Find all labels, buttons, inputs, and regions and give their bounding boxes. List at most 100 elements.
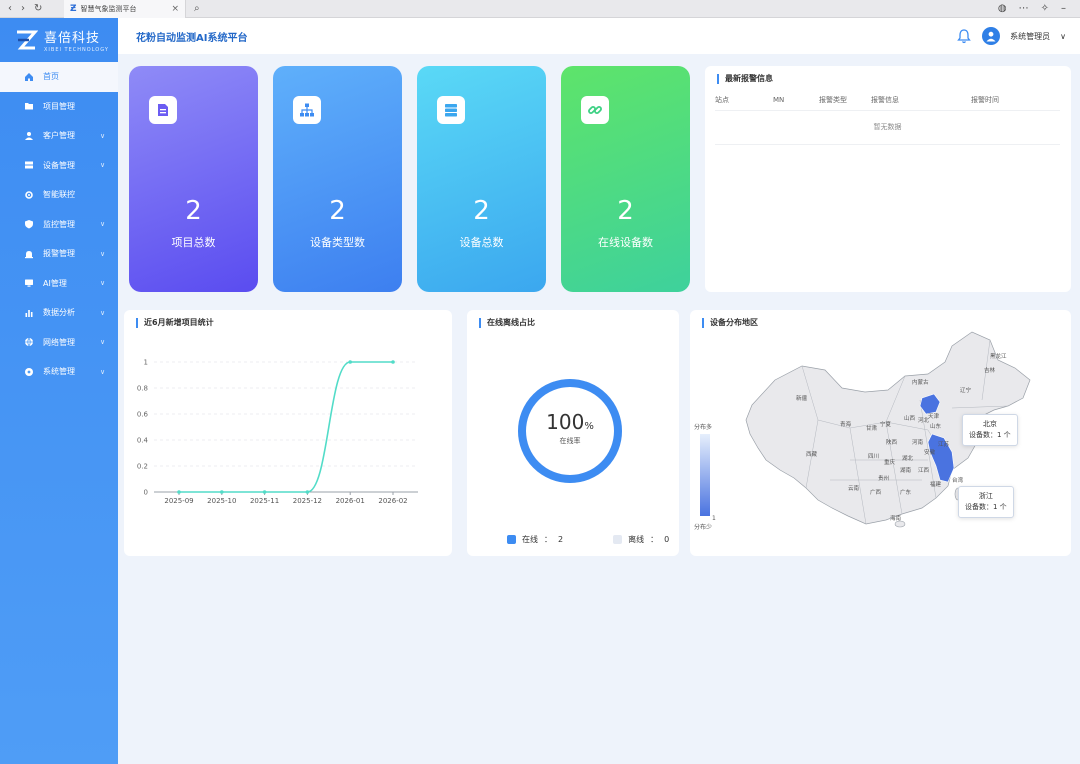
table-header-row: 站点 MN 报警类型 报警信息 报警时间 [715, 90, 1060, 111]
y-tick-label: 0.6 [137, 411, 149, 419]
sidebar-item-label: 客户管理 [43, 131, 75, 141]
folder-icon [24, 101, 34, 111]
province-label: 重庆 [884, 458, 896, 466]
sidebar-item-label: 项目管理 [43, 101, 75, 111]
sidebar-item-label: 网络管理 [43, 337, 75, 347]
browser-tab[interactable]: Ƶ 智慧气象监测平台 × [64, 0, 186, 18]
column-header: 报警信息 [871, 90, 971, 111]
line-chart: 0 0.2 0.4 0.6 0.8 1 2025-09 2025-10 2025-11 2025-… [137, 359, 418, 505]
server-icon [24, 160, 34, 170]
brand-name: 喜倍科技 [44, 31, 101, 46]
user-icon [24, 131, 34, 141]
network-icon [24, 337, 34, 348]
donut-chart: 100% 在线率 [515, 376, 625, 486]
stat-card-devices[interactable]: 2 设备总数 [417, 66, 546, 292]
column-header: MN [773, 90, 819, 111]
province-label: 广西 [870, 488, 882, 496]
province-label: 山东 [930, 422, 942, 430]
minimize-icon[interactable]: – [1061, 3, 1066, 14]
browser-search-icon[interactable]: ⌕ [186, 3, 200, 14]
x-tick-label: 2026-02 [378, 497, 407, 505]
sidebar: 喜倍科技 XIBEI TECHNOLOGY 首页 项目管理 客户管理 ∨ 设备管理 ∨ 智能… [0, 18, 118, 764]
stat-label: 设备类型数 [310, 236, 365, 249]
bell-icon[interactable] [956, 28, 972, 44]
legend-item-offline[interactable]: 离线： 0 [613, 534, 669, 545]
sidebar-item-label: AI管理 [43, 278, 67, 288]
stat-card-online-devices[interactable]: 2 在线设备数 [561, 66, 690, 292]
sidebar-item-3[interactable]: 设备管理 ∨ [0, 151, 118, 181]
chevron-down-icon: ∨ [100, 220, 106, 229]
document-icon [149, 96, 177, 124]
province-label: 甘肃 [866, 424, 878, 432]
province-label: 陕西 [886, 438, 898, 446]
alarm-table: 站点 MN 报警类型 报警信息 报警时间 暂无数据 [715, 90, 1060, 145]
panel-title: 最新报警信息 [717, 74, 773, 84]
donut-center-value: 100% [546, 410, 594, 434]
map-legend-high: 分布多 [694, 423, 712, 431]
sidebar-item-1[interactable]: 项目管理 [0, 92, 118, 122]
alarm-icon [24, 249, 34, 259]
province-label: 云南 [848, 484, 860, 492]
province-label: 青海 [840, 420, 852, 428]
y-tick-label: 1 [144, 359, 148, 367]
y-tick-label: 0 [144, 489, 148, 497]
legend-label: 在线 [522, 535, 538, 544]
settings-icon [24, 367, 34, 377]
sidebar-item-7[interactable]: AI管理 ∨ [0, 269, 118, 299]
globe-icon[interactable]: ◍ [998, 3, 1007, 14]
line-chart-panel: 近6月新增项目统计 0 0.2 0.4 0.6 0.8 1 2025-09 2025-10 20… [124, 310, 452, 556]
legend-swatch [507, 535, 516, 544]
stat-value: 2 [617, 196, 634, 226]
map-legend-bar[interactable] [700, 434, 710, 516]
avatar[interactable] [982, 27, 1001, 45]
y-tick-label: 0.8 [137, 385, 148, 393]
table-row: 暂无数据 [715, 110, 1060, 145]
province-label: 江西 [918, 467, 930, 474]
stat-card-device-types[interactable]: 2 设备类型数 [273, 66, 402, 292]
reload-icon[interactable]: ↻ [34, 3, 42, 14]
column-header: 站点 [715, 90, 773, 111]
y-tick-label: 0.4 [137, 437, 149, 445]
more-icon[interactable]: ⋯ [1019, 3, 1029, 14]
back-icon[interactable]: ‹ [8, 3, 12, 14]
forward-icon[interactable]: › [21, 3, 25, 14]
brand-logo: 喜倍科技 XIBEI TECHNOLOGY [0, 18, 118, 62]
sidebar-item-0[interactable]: 首页 [0, 62, 118, 92]
sidebar-item-10[interactable]: 系统管理 ∨ [0, 357, 118, 387]
shield-icon [24, 219, 34, 229]
legend-item-online[interactable]: 在线： 2 [507, 534, 563, 545]
stat-value: 2 [185, 196, 202, 226]
extensions-icon[interactable]: ✧ [1041, 3, 1049, 14]
legend-label: 离线 [628, 535, 645, 544]
tab-close-icon[interactable]: × [171, 4, 179, 14]
column-header: 报警时间 [971, 90, 1060, 111]
province-label: 安徽 [924, 448, 936, 456]
chevron-down-icon: ∨ [100, 338, 106, 347]
sidebar-item-8[interactable]: 数据分析 ∨ [0, 298, 118, 328]
sidebar-item-9[interactable]: 网络管理 ∨ [0, 328, 118, 358]
hierarchy-icon [293, 96, 321, 124]
sidebar-item-6[interactable]: 报警管理 ∨ [0, 239, 118, 269]
x-tick-label: 2025-11 [250, 497, 279, 505]
chevron-down-icon: ∨ [100, 367, 106, 376]
map-legend-low: 分布少 [694, 523, 712, 531]
province-label: 四川 [868, 453, 879, 460]
stat-label: 在线设备数 [598, 236, 653, 249]
bar-chart-icon [24, 308, 34, 318]
province-label: 西藏 [806, 450, 818, 458]
province-label: 海南 [890, 514, 902, 522]
chevron-down-icon: ∨ [100, 308, 106, 317]
sidebar-menu: 首页 项目管理 客户管理 ∨ 设备管理 ∨ 智能联控 监控管理 ∨ 报警管理 ∨ AI管理 ∨ 数据分析 ∨… [0, 62, 118, 387]
province-label: 贵州 [878, 474, 889, 482]
alarm-panel: 最新报警信息 站点 MN 报警类型 报警信息 报警时间 暂无数据 [705, 66, 1071, 292]
province-label: 湖南 [900, 466, 912, 474]
province-label: 天津 [928, 413, 940, 420]
user-menu-chevron-icon[interactable]: ∨ [1060, 32, 1066, 41]
sidebar-item-4[interactable]: 智能联控 [0, 180, 118, 210]
donut-center-label: 在线率 [559, 437, 581, 445]
sidebar-item-5[interactable]: 监控管理 ∨ [0, 210, 118, 240]
browser-nav: ‹ › ↻ [0, 3, 64, 14]
user-name[interactable]: 系统管理员 [1010, 31, 1050, 42]
sidebar-item-2[interactable]: 客户管理 ∨ [0, 121, 118, 151]
stat-card-projects[interactable]: 2 项目总数 [129, 66, 258, 292]
